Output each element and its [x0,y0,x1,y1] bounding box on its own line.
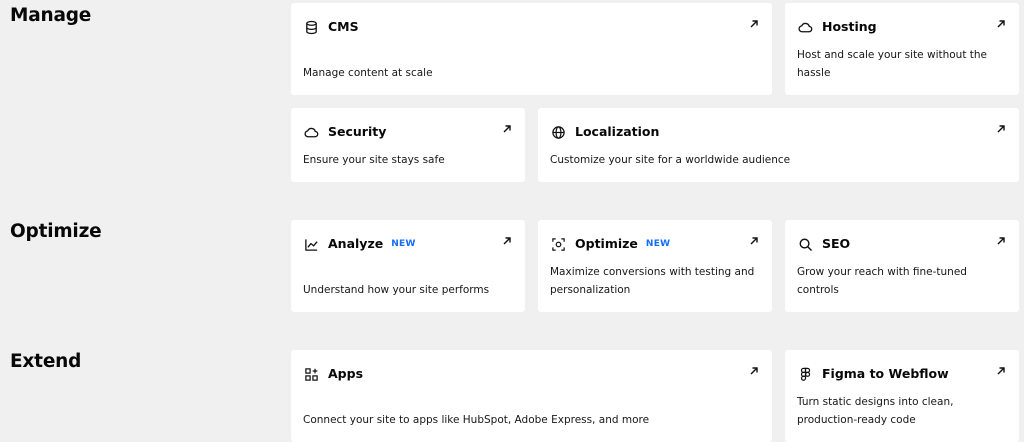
card-title-cms: CMS [328,19,359,34]
arrow-up-right-icon [749,366,759,376]
card-title-localization: Localization [575,124,660,139]
figma-icon [797,366,813,382]
card-title-hosting: Hosting [822,19,877,34]
arrow-up-right-icon [996,366,1006,376]
card-hosting[interactable]: Hosting Host and scale your site without… [785,3,1019,95]
card-title-apps: Apps [328,366,364,381]
card-title-optimize: Optimize [575,236,638,251]
card-title-security: Security [328,124,387,139]
card-desc-localization: Customize your site for a worldwide audi… [550,154,791,166]
card-desc-seo: Grow your reach with fine-tuned controls [797,266,967,296]
new-badge: NEW [645,239,671,249]
section-title-optimize: Optimize [10,221,102,242]
card-seo[interactable]: SEO Grow your reach with fine-tuned cont… [785,220,1019,312]
card-analyze[interactable]: Analyze NEW Understand how your site per… [291,220,525,312]
card-apps[interactable]: Apps Connect your site to apps like HubS… [291,350,772,442]
arrow-up-right-icon [502,124,512,134]
card-title-figma-to-webflow: Figma to Webflow [822,366,949,381]
card-title-seo: SEO [822,236,851,251]
target-icon [550,236,566,252]
card-desc-hosting: Host and scale your site without the has… [797,49,988,79]
arrow-up-right-icon [749,236,759,246]
cloud-icon [797,19,813,35]
card-desc-optimize: Maximize conversions with testing and pe… [550,266,755,296]
card-desc-apps: Connect your site to apps like HubSpot, … [303,414,650,426]
card-localization[interactable]: Localization Customize your site for a w… [538,108,1019,182]
apps-grid-icon [303,366,319,382]
line-chart-icon [303,236,319,252]
globe-icon [550,124,566,140]
card-desc-cms: Manage content at scale [303,67,433,79]
card-figma-to-webflow[interactable]: Figma to Webflow Turn static designs int… [785,350,1019,442]
section-title-manage: Manage [10,5,92,26]
card-title-analyze: Analyze [328,236,384,251]
arrow-up-right-icon [502,236,512,246]
cloud-icon [303,124,319,140]
card-optimize[interactable]: Optimize NEW Maximize conversions with t… [538,220,772,312]
card-desc-figma-to-webflow: Turn static designs into clean, producti… [797,396,954,426]
arrow-up-right-icon [996,236,1006,246]
card-cms[interactable]: CMS Manage content at scale [291,3,772,95]
card-desc-security: Ensure your site stays safe [303,154,445,166]
card-desc-analyze: Understand how your site performs [303,284,490,296]
card-security[interactable]: Security Ensure your site stays safe [291,108,525,182]
search-icon [797,236,813,252]
database-icon [303,19,319,35]
arrow-up-right-icon [996,19,1006,29]
arrow-up-right-icon [996,124,1006,134]
section-title-extend: Extend [10,351,82,372]
arrow-up-right-icon [749,19,759,29]
new-badge: NEW [391,239,416,249]
